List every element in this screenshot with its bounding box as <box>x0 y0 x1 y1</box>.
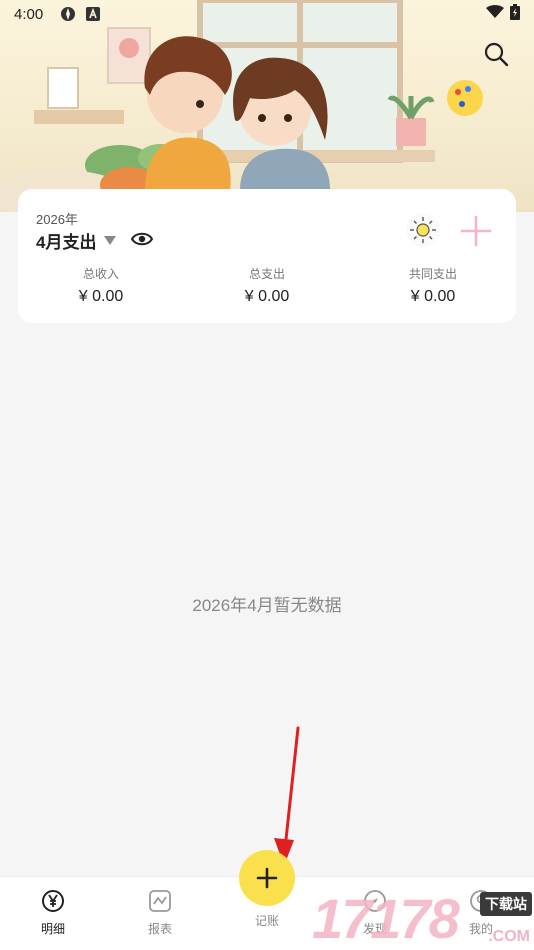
header-illustration <box>0 0 534 212</box>
eye-icon <box>130 232 154 246</box>
month-selector[interactable]: 4月支出 <box>36 228 117 253</box>
theme-toggle-button[interactable] <box>406 213 440 247</box>
yen-circle-icon <box>42 890 64 912</box>
watermark-badge: 下载站 <box>480 892 532 916</box>
couple-illustration <box>0 0 483 212</box>
plus-icon <box>256 867 278 889</box>
search-icon <box>484 42 509 67</box>
add-record-button[interactable] <box>239 850 295 906</box>
keyboard-a-icon <box>86 7 100 21</box>
tab-report[interactable]: 报表 <box>130 889 190 937</box>
summary-card: 2026年 4月支出 总收入 ¥ 0.00 总支出 ¥ 0.00 共同支出 ¥ … <box>18 189 516 323</box>
watermark-digits: 17178 <box>312 887 460 950</box>
add-button[interactable] <box>458 213 494 249</box>
stat-value: ¥ 0.00 <box>244 288 290 305</box>
tab-details[interactable]: 明细 <box>23 889 83 937</box>
tab-label: 明细 <box>40 922 65 936</box>
watermark-logo: 17178 下载站 .COM <box>312 888 534 950</box>
stats-row: 总收入 ¥ 0.00 总支出 ¥ 0.00 共同支出 ¥ 0.00 <box>18 265 516 306</box>
chart-icon <box>149 890 171 912</box>
notification-app-icon <box>61 7 75 21</box>
stat-value: ¥ 0.00 <box>78 288 124 305</box>
search-button[interactable] <box>482 40 510 68</box>
caret-down-icon <box>104 236 117 245</box>
status-bar: 4:00 <box>0 0 534 28</box>
plus-icon <box>460 215 492 247</box>
stat-label: 总收入 <box>82 267 119 281</box>
wifi-icon <box>486 5 504 18</box>
stat-total-expense: 总支出 ¥ 0.00 <box>184 265 350 306</box>
toggle-visibility-button[interactable] <box>130 228 154 250</box>
annotation-arrow <box>274 726 300 866</box>
stat-label: 总支出 <box>248 267 285 281</box>
stat-value: ¥ 0.00 <box>410 288 456 305</box>
stat-total-income: 总收入 ¥ 0.00 <box>18 265 184 306</box>
watermark-suffix: .COM <box>488 928 530 945</box>
tab-label: 报表 <box>147 922 172 936</box>
palette-icon <box>447 80 483 116</box>
status-time: 4:00 <box>14 5 44 23</box>
tab-record-label: 记账 <box>254 914 279 928</box>
stat-shared-expense: 共同支出 ¥ 0.00 <box>350 265 516 306</box>
sun-icon <box>410 217 436 243</box>
stat-label: 共同支出 <box>408 267 457 281</box>
month-title: 4月支出 <box>36 233 97 252</box>
empty-state-message: 2026年4月暂无数据 <box>192 596 342 615</box>
year-label: 2026年 <box>36 212 78 227</box>
battery-icon <box>510 4 520 20</box>
